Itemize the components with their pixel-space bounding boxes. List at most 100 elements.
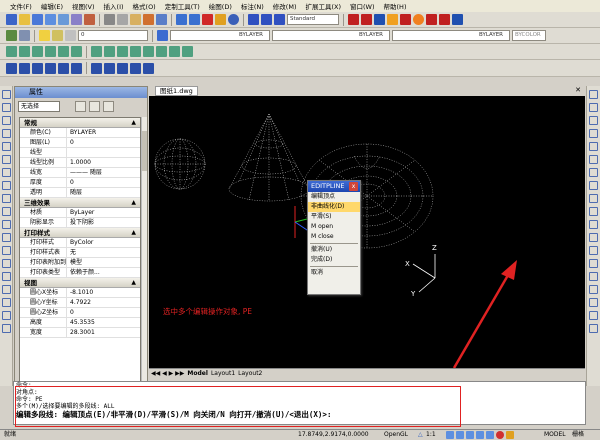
property-section-header[interactable]: 视图 ▲	[20, 278, 140, 288]
dyn-icon[interactable]	[506, 431, 514, 439]
properties-scrollbar[interactable]	[141, 117, 147, 383]
construction-line-icon[interactable]	[361, 14, 372, 25]
gradient-tool-icon[interactable]	[2, 285, 11, 294]
new-file-icon[interactable]	[6, 14, 17, 25]
lightning-icon[interactable]	[215, 14, 226, 25]
property-value[interactable]: ——— 随层	[67, 168, 140, 177]
torus-icon[interactable]	[71, 46, 82, 57]
layer-previous-icon[interactable]	[19, 30, 30, 41]
line-icon[interactable]	[374, 14, 385, 25]
extrude-icon[interactable]	[104, 46, 115, 57]
property-row[interactable]: 材质 ByLayer	[20, 208, 140, 218]
menu-item-smooth[interactable]: 平滑(S)	[308, 212, 360, 222]
trim-tool-icon[interactable]	[589, 207, 598, 216]
property-section-header[interactable]: 打印样式 ▲	[20, 228, 140, 238]
property-value[interactable]: 4.7922	[67, 298, 140, 307]
cloud-tool-icon[interactable]	[2, 181, 11, 190]
stretch-tool-icon[interactable]	[589, 194, 598, 203]
make-current-icon[interactable]	[157, 30, 168, 41]
cylinder-icon[interactable]	[58, 46, 69, 57]
sun-icon[interactable]	[52, 30, 63, 41]
view-sw-icon[interactable]	[91, 62, 102, 74]
property-value[interactable]	[67, 148, 140, 157]
rectangle-tool-icon[interactable]	[2, 142, 11, 151]
color-dropdown[interactable]: BYLAYER	[170, 30, 270, 41]
collapse-caret-icon[interactable]: ▲	[131, 118, 136, 128]
sweep-icon[interactable]	[130, 46, 141, 57]
property-row[interactable]: 阴影显示 投下阴影	[20, 218, 140, 228]
property-row[interactable]: 透明 随层	[20, 188, 140, 198]
property-value[interactable]: ByLayer	[67, 208, 140, 217]
table-tool-icon[interactable]	[2, 311, 11, 320]
property-value[interactable]: 依赖于颜...	[67, 268, 140, 277]
copy-tool-icon[interactable]	[589, 103, 598, 112]
menu-edit[interactable]: 编辑(E)	[41, 1, 63, 11]
leader-tool-icon[interactable]	[589, 324, 598, 333]
polar-icon[interactable]	[466, 431, 474, 439]
delete-icon[interactable]	[202, 14, 213, 25]
property-section-header[interactable]: 三维效果 ▲	[20, 198, 140, 208]
menu-draw[interactable]: 绘图(D)	[209, 1, 232, 11]
mirror-icon[interactable]	[400, 14, 411, 25]
view-top-icon[interactable]	[6, 62, 17, 74]
redo-icon[interactable]	[189, 14, 200, 25]
menu-file[interactable]: 文件(F)	[10, 1, 32, 11]
undo-icon[interactable]	[176, 14, 187, 25]
property-value[interactable]: BYLAYER	[67, 128, 140, 137]
close-icon[interactable]: x	[349, 182, 358, 191]
property-value[interactable]: 随层	[67, 188, 140, 197]
collapse-caret-icon[interactable]: ▲	[131, 278, 136, 288]
break-tool-icon[interactable]	[589, 233, 598, 242]
match-properties-icon[interactable]	[143, 14, 154, 25]
lineweight-icon[interactable]	[496, 431, 504, 439]
property-value[interactable]: 45.3535	[67, 318, 140, 327]
erase-tool-icon[interactable]	[589, 90, 598, 99]
loft-icon[interactable]	[143, 46, 154, 57]
cone-object[interactable]	[228, 113, 310, 202]
extend-tool-icon[interactable]	[589, 220, 598, 229]
property-row[interactable]: 圆心X坐标 -8.1010	[20, 288, 140, 298]
spline-tool-icon[interactable]	[2, 194, 11, 203]
property-row[interactable]: 线型	[20, 148, 140, 158]
help-icon[interactable]	[228, 14, 239, 25]
cut-icon[interactable]	[104, 14, 115, 25]
annotation-scale-icon[interactable]: △	[418, 430, 423, 440]
polyline-tool-icon[interactable]	[2, 116, 11, 125]
property-value[interactable]: 28.3001	[67, 328, 140, 337]
open-file-icon[interactable]	[19, 14, 30, 25]
property-row[interactable]: 打印表类型 依赖于颜...	[20, 268, 140, 278]
drawing-canvas[interactable]: Z X Y 选中多个编辑操作对象, PE	[149, 96, 585, 368]
layer-dropdown[interactable]: 0	[78, 30, 148, 41]
explode-tool-icon[interactable]	[589, 285, 598, 294]
menu-dimension[interactable]: 标注(N)	[241, 1, 264, 11]
dimension-tool-icon[interactable]	[589, 311, 598, 320]
pyramid-icon[interactable]	[91, 46, 102, 57]
text-style-dropdown[interactable]: Standard	[287, 14, 339, 25]
menu-help[interactable]: 帮助(H)	[384, 1, 407, 11]
tab-nav-icons[interactable]: ◀◀ ◀ ▶ ▶▶	[151, 369, 184, 378]
otrack-icon[interactable]	[486, 431, 494, 439]
menu-item-m-close[interactable]: M close	[308, 232, 360, 242]
grid-toggle[interactable]: 栅格	[572, 430, 584, 440]
ellipse-tool-icon[interactable]	[2, 207, 11, 216]
offset-icon[interactable]	[426, 14, 437, 25]
menu-modify[interactable]: 修改(M)	[273, 1, 297, 11]
selection-dropdown[interactable]: 无选择	[18, 101, 60, 112]
construction-line-tool-icon[interactable]	[2, 103, 11, 112]
view-nw-icon[interactable]	[130, 62, 141, 74]
save-icon[interactable]	[32, 14, 43, 25]
paste-icon[interactable]	[130, 14, 141, 25]
property-value[interactable]: 投下阴影	[67, 218, 140, 227]
plot-style-dropdown[interactable]: BYCOLOR	[512, 30, 546, 41]
tab-layout1[interactable]: Layout1	[211, 369, 235, 378]
property-value[interactable]: ByColor	[67, 238, 140, 247]
rotate-tool-icon[interactable]	[589, 168, 598, 177]
quick-select-icon[interactable]	[103, 101, 114, 112]
join-tool-icon[interactable]	[589, 246, 598, 255]
circle-icon[interactable]	[413, 14, 424, 25]
lineweight-dropdown[interactable]: BYLAYER	[392, 30, 510, 41]
view-left-icon[interactable]	[32, 62, 43, 74]
property-value[interactable]: 1.0000	[67, 158, 140, 167]
layer-manager-icon[interactable]	[6, 30, 17, 41]
dim-style-icon[interactable]	[274, 14, 285, 25]
